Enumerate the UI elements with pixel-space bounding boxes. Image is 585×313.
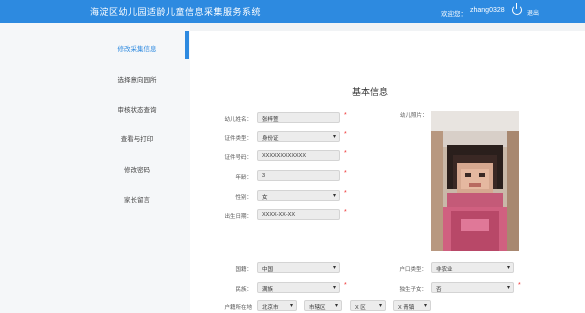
gender-label: 性别：: [235, 195, 252, 201]
top-strip: [190, 23, 585, 31]
sidebar-item-parent-message[interactable]: 家长留言: [90, 194, 184, 204]
street-select[interactable]: X 青镇: [393, 300, 431, 311]
age-input[interactable]: 3: [257, 170, 340, 181]
sidebar-item-view-print[interactable]: 查看与打印: [90, 133, 184, 143]
sidebar-item-edit-info[interactable]: 修改采集信息: [90, 43, 184, 53]
power-icon[interactable]: [512, 3, 522, 15]
age-label: 年龄：: [235, 175, 252, 181]
required-mark: *: [518, 282, 521, 289]
sidebar-item-review-status[interactable]: 审核状态查询: [90, 104, 184, 114]
only-child-label: 独生子女：: [399, 287, 427, 293]
ethnicity-select[interactable]: 满族: [257, 282, 340, 293]
hukou-type-label: 户口类型：: [399, 267, 427, 273]
district-select[interactable]: 市辖区: [304, 300, 342, 311]
id-number-input[interactable]: XXXXXXXXXXXX: [257, 150, 340, 161]
id-type-select[interactable]: 身份证: [257, 131, 340, 142]
username: zhang0328: [470, 7, 505, 14]
name-label: 幼儿姓名：: [224, 117, 252, 123]
county-select[interactable]: X 区: [350, 300, 386, 311]
nationality-label: 国籍：: [235, 267, 252, 273]
sidebar-item-select-kindergarten[interactable]: 选择意向园所: [90, 74, 184, 84]
sidebar: 修改采集信息 选择意向园所 审核状态查询 查看与打印 修改密码 家长留言: [0, 23, 190, 313]
province-select[interactable]: 北京市: [257, 300, 297, 311]
hukou-type-select[interactable]: 非农业: [431, 262, 514, 273]
logout-link[interactable]: 退出: [527, 8, 539, 17]
pixelated-photo: [431, 111, 519, 251]
active-indicator: [185, 31, 189, 59]
top-header: 海淀区幼儿园适龄儿童信息采集服务系统 欢迎您： zhang0328 退出: [0, 0, 585, 23]
required-mark: *: [344, 282, 347, 289]
required-mark: *: [344, 131, 347, 138]
required-mark: *: [344, 150, 347, 157]
only-child-select[interactable]: 否: [431, 282, 514, 293]
required-mark: *: [344, 190, 347, 197]
welcome-text: 欢迎您：: [441, 11, 467, 18]
ethnicity-label: 民族：: [235, 287, 252, 293]
gender-select[interactable]: 女: [257, 190, 340, 201]
hukou-location-label: 户籍所在地: [224, 305, 252, 311]
nationality-select[interactable]: 中国: [257, 262, 340, 273]
required-mark: *: [344, 209, 347, 216]
sidebar-item-change-password[interactable]: 修改密码: [90, 164, 184, 174]
name-input[interactable]: 张梓萱: [257, 112, 340, 123]
child-photo[interactable]: [431, 111, 519, 251]
id-number-label: 证件号码：: [224, 155, 252, 161]
photo-label: 幼儿照片：: [400, 113, 428, 119]
birthdate-input[interactable]: XXXX-XX-XX: [257, 209, 340, 220]
birthdate-label: 出生日期：: [224, 214, 252, 220]
required-mark: *: [344, 170, 347, 177]
id-type-label: 证件类型：: [224, 136, 252, 142]
required-mark: *: [344, 112, 347, 119]
section-title: 基本信息: [352, 87, 389, 97]
app-title: 海淀区幼儿园适龄儿童信息采集服务系统: [90, 7, 262, 17]
